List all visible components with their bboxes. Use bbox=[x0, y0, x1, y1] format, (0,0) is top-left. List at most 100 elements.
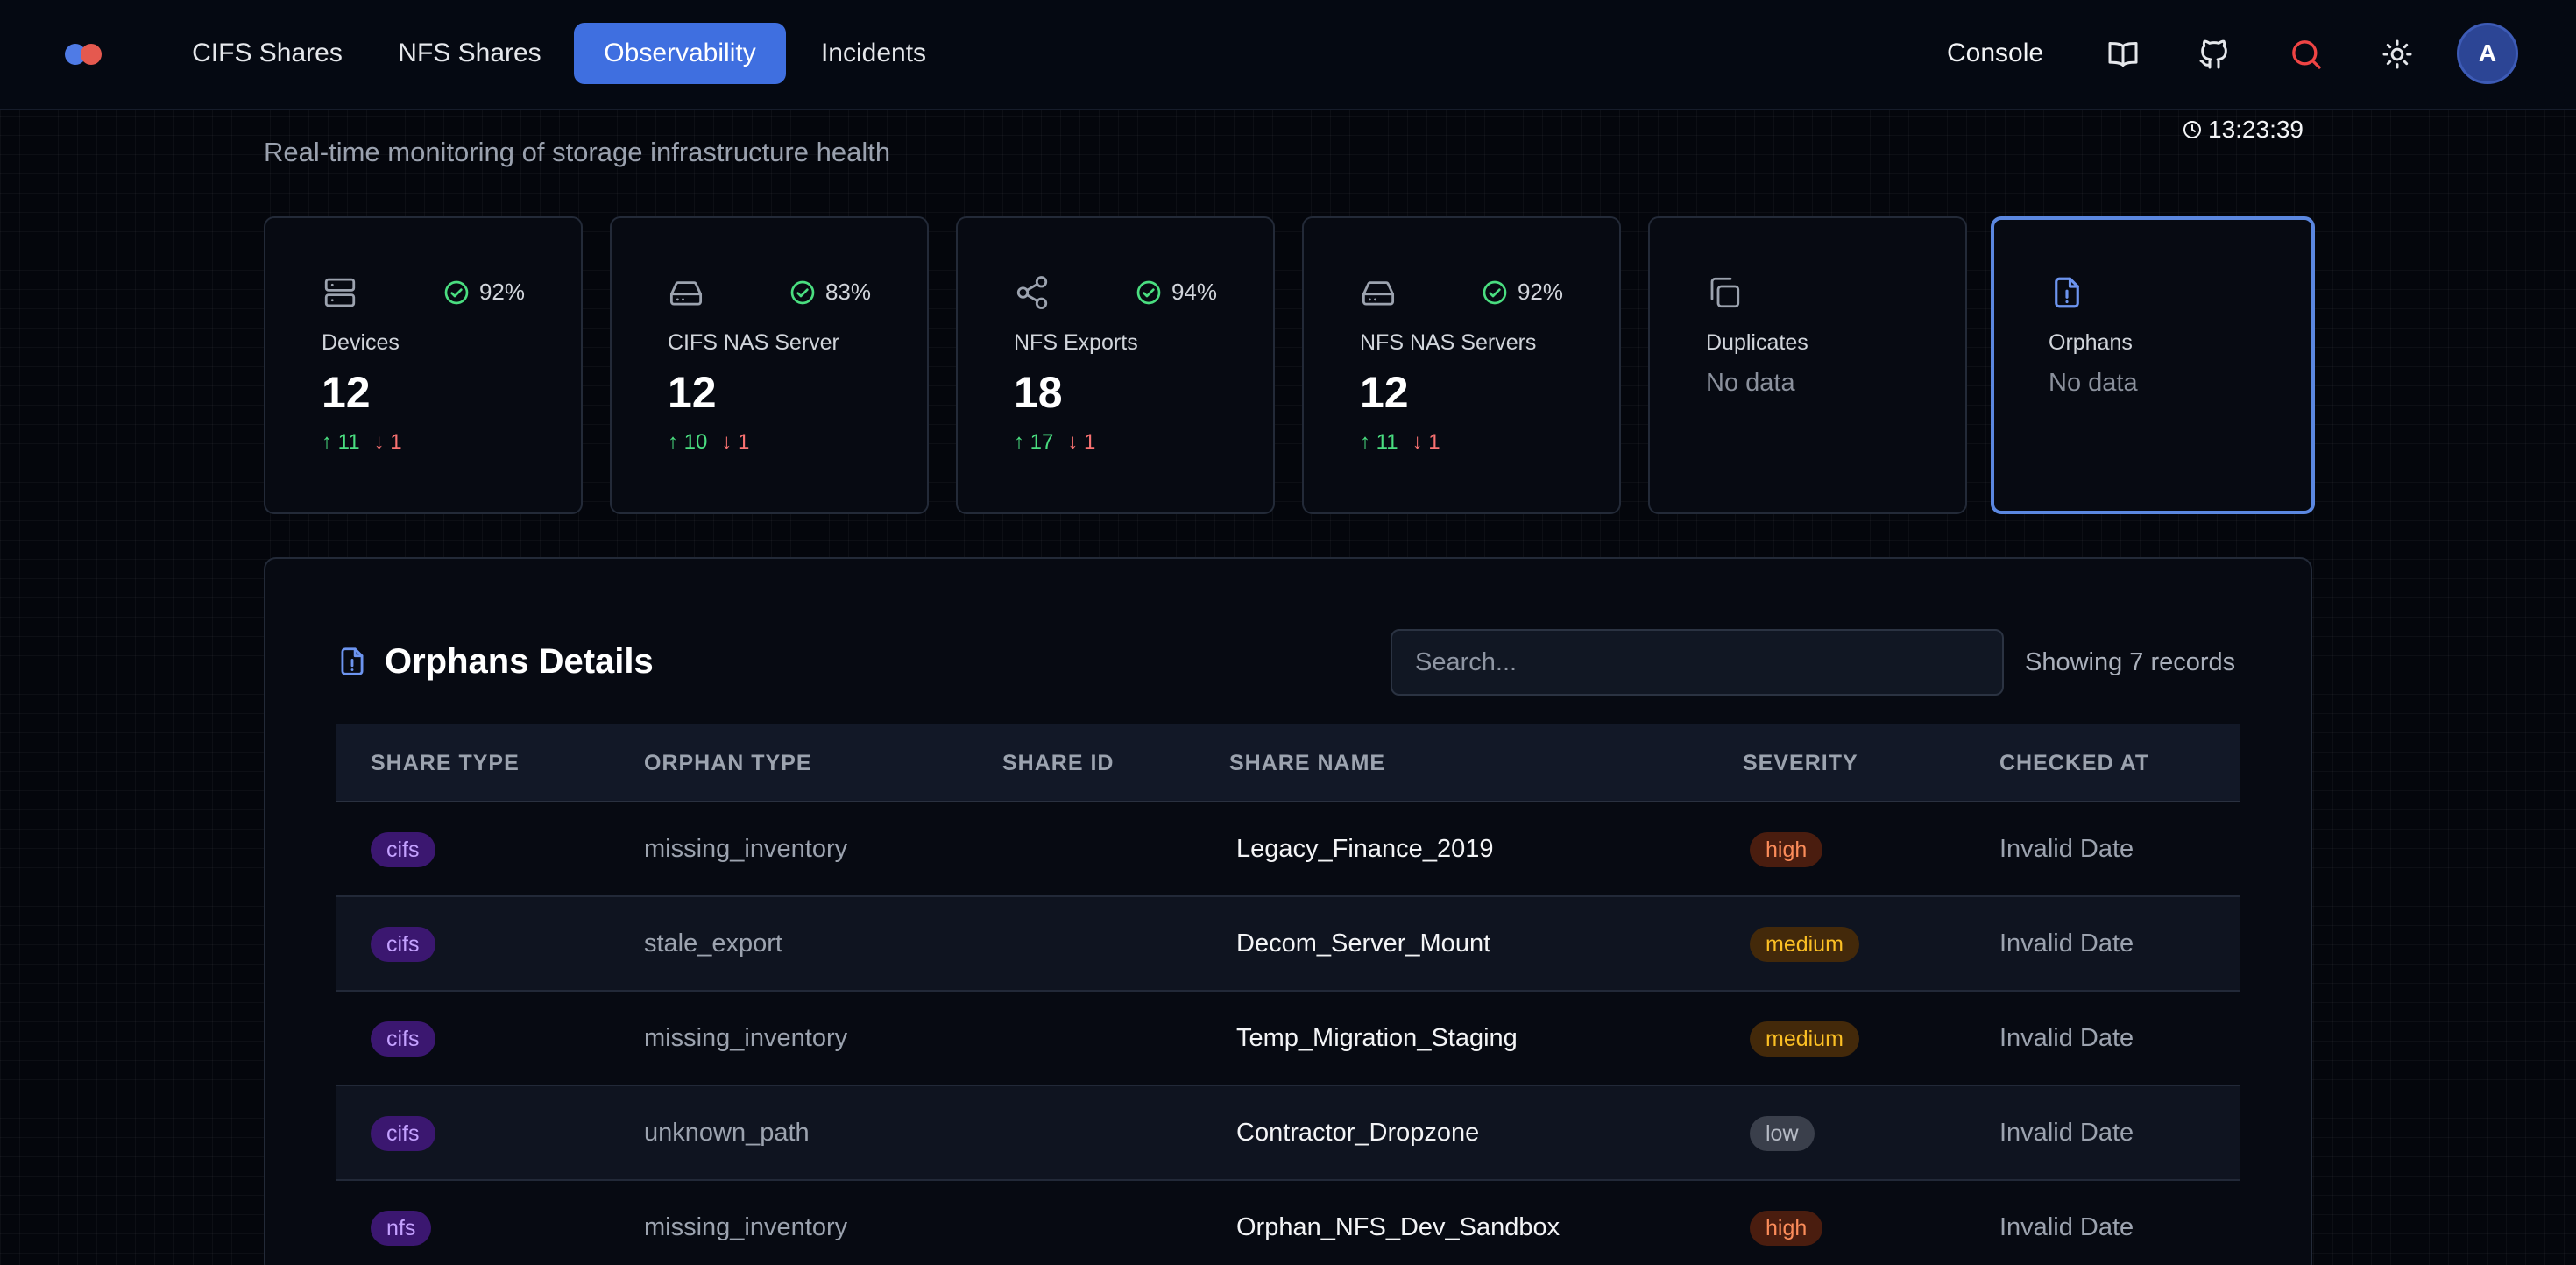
health-percent: 92% bbox=[478, 279, 525, 305]
hard-drive-icon bbox=[668, 274, 704, 311]
share-type-cell: cifs bbox=[371, 897, 435, 990]
user-avatar[interactable]: A bbox=[2457, 23, 2518, 84]
checked-at-cell: Invalid Date bbox=[1999, 1213, 2134, 1241]
console-link[interactable]: Console bbox=[1947, 23, 2043, 84]
card-label: NFS NAS Servers bbox=[1360, 330, 1537, 355]
card-label: CIFS NAS Server bbox=[668, 330, 839, 355]
share-icon bbox=[1014, 274, 1051, 311]
card-label: Orphans bbox=[2049, 330, 2133, 355]
health-percent: 94% bbox=[1171, 279, 1217, 305]
severity-badge: low bbox=[1750, 1116, 1815, 1152]
severity-cell: high bbox=[1750, 802, 1823, 895]
down-count: 1 bbox=[1428, 430, 1440, 454]
orphans-details-panel: Orphans Details Showing 7 records SHARE … bbox=[264, 557, 2312, 1265]
health-percent: 92% bbox=[1517, 279, 1563, 305]
stat-card-orphans[interactable]: Orphans No data bbox=[1991, 216, 2315, 514]
severity-badge: medium bbox=[1750, 927, 1859, 963]
file-alert-icon bbox=[2049, 274, 2085, 311]
trend-down: ↓ 1 bbox=[721, 430, 750, 454]
app-logo[interactable] bbox=[65, 44, 103, 65]
column-header-orphan-type[interactable]: ORPHAN TYPE bbox=[644, 724, 812, 802]
check-circle-icon bbox=[444, 280, 469, 305]
up-count: 10 bbox=[683, 430, 708, 454]
share-type-badge: cifs bbox=[371, 1021, 435, 1057]
stat-card-devices[interactable]: 92% Devices 12 ↑ 11 ↓ 1 bbox=[264, 216, 583, 514]
table-row[interactable]: cifs missing_inventory Legacy_Finance_20… bbox=[336, 802, 2240, 897]
up-count: 17 bbox=[1030, 430, 1054, 454]
card-label: NFS Exports bbox=[1014, 330, 1138, 355]
panel-title-text: Orphans Details bbox=[385, 642, 654, 681]
tab-cifs-shares[interactable]: CIFS Shares bbox=[172, 23, 363, 84]
severity-badge: high bbox=[1750, 1211, 1823, 1247]
table-row[interactable]: nfs missing_inventory Orphan_NFS_Dev_San… bbox=[336, 1181, 2240, 1265]
orphans-table: SHARE TYPE ORPHAN TYPE SHARE ID SHARE NA… bbox=[336, 724, 2240, 1265]
trend-up: ↑ 17 bbox=[1014, 430, 1054, 454]
share-name-cell: Temp_Migration_Staging bbox=[1236, 1024, 1518, 1052]
book-icon[interactable] bbox=[2105, 37, 2141, 72]
top-nav-bar: CIFS Shares NFS Shares Observability Inc… bbox=[0, 0, 2576, 110]
stat-card-nfs-exports[interactable]: 94% NFS Exports 18 ↑ 17 ↓ 1 bbox=[956, 216, 1275, 514]
health-percent: 83% bbox=[824, 279, 871, 305]
column-header-share-type[interactable]: SHARE TYPE bbox=[371, 724, 520, 802]
table-row[interactable]: cifs missing_inventory Temp_Migration_St… bbox=[336, 992, 2240, 1086]
github-icon[interactable] bbox=[2197, 37, 2232, 72]
logo-dot-red bbox=[81, 44, 102, 65]
orphan-type-cell: unknown_path bbox=[644, 1119, 810, 1147]
record-count: Showing 7 records bbox=[2025, 648, 2236, 676]
table-header: SHARE TYPE ORPHAN TYPE SHARE ID SHARE NA… bbox=[336, 724, 2240, 802]
search-icon[interactable] bbox=[2289, 37, 2324, 72]
table-row[interactable]: cifs stale_export Decom_Server_Mount med… bbox=[336, 897, 2240, 992]
checked-at-cell: Invalid Date bbox=[1999, 1024, 2134, 1052]
card-no-data: No data bbox=[1706, 369, 1795, 397]
tab-incidents[interactable]: Incidents bbox=[803, 23, 945, 84]
card-trend: ↑ 17 ↓ 1 bbox=[1014, 430, 1095, 455]
card-value: 12 bbox=[668, 368, 717, 417]
search-input[interactable] bbox=[1391, 629, 2004, 696]
severity-badge: medium bbox=[1750, 1021, 1859, 1057]
trend-down: ↓ 1 bbox=[373, 430, 402, 454]
orphan-type-cell: missing_inventory bbox=[644, 835, 848, 863]
down-count: 1 bbox=[1084, 430, 1096, 454]
file-alert-icon bbox=[341, 647, 364, 675]
column-header-share-name[interactable]: SHARE NAME bbox=[1229, 724, 1385, 802]
checked-at-cell: Invalid Date bbox=[1999, 1119, 2134, 1147]
card-value: 12 bbox=[322, 368, 371, 417]
card-trend: ↑ 11 ↓ 1 bbox=[1360, 430, 1440, 455]
card-trend: ↑ 11 ↓ 1 bbox=[322, 430, 402, 455]
severity-badge: high bbox=[1750, 832, 1823, 868]
down-count: 1 bbox=[390, 430, 402, 454]
severity-cell: medium bbox=[1750, 897, 1859, 990]
check-circle-icon bbox=[1136, 280, 1161, 305]
column-header-checked-at[interactable]: CHECKED AT bbox=[1999, 724, 2149, 802]
page-subtitle: Real-time monitoring of storage infrastr… bbox=[264, 137, 891, 167]
stat-card-nfs-nas-servers[interactable]: 92% NFS NAS Servers 12 ↑ 11 ↓ 1 bbox=[1302, 216, 1621, 514]
sun-icon[interactable] bbox=[2380, 37, 2415, 72]
trend-up: ↑ 11 bbox=[322, 430, 360, 454]
column-header-severity[interactable]: SEVERITY bbox=[1743, 724, 1858, 802]
orphan-type-cell: stale_export bbox=[644, 929, 782, 958]
share-name-cell: Decom_Server_Mount bbox=[1236, 929, 1491, 958]
health-indicator: 83% bbox=[789, 276, 871, 307]
stat-card-duplicates[interactable]: Duplicates No data bbox=[1648, 216, 1967, 514]
share-type-badge: nfs bbox=[371, 1211, 432, 1247]
trend-down: ↓ 1 bbox=[1067, 430, 1096, 454]
tab-nfs-shares[interactable]: NFS Shares bbox=[382, 23, 557, 84]
clock-time: 13:23:39 bbox=[2208, 116, 2304, 143]
checked-at-cell: Invalid Date bbox=[1999, 929, 2134, 958]
clock-readout: 13:23:39 bbox=[2182, 114, 2304, 145]
orphan-type-cell: missing_inventory bbox=[644, 1024, 848, 1052]
card-value: 12 bbox=[1360, 368, 1409, 417]
card-trend: ↑ 10 ↓ 1 bbox=[668, 430, 749, 455]
health-indicator: 94% bbox=[1135, 276, 1217, 307]
share-type-cell: cifs bbox=[371, 802, 435, 895]
column-header-share-id[interactable]: SHARE ID bbox=[1002, 724, 1114, 802]
share-type-cell: cifs bbox=[371, 1086, 435, 1179]
checked-at-cell: Invalid Date bbox=[1999, 835, 2134, 863]
tab-observability[interactable]: Observability bbox=[574, 23, 786, 84]
table-row[interactable]: cifs unknown_path Contractor_Dropzone lo… bbox=[336, 1086, 2240, 1181]
share-type-cell: cifs bbox=[371, 992, 435, 1085]
share-name-cell: Contractor_Dropzone bbox=[1236, 1119, 1480, 1147]
severity-cell: low bbox=[1750, 1086, 1815, 1179]
stat-card-cifs-nas-server[interactable]: 83% CIFS NAS Server 12 ↑ 10 ↓ 1 bbox=[610, 216, 929, 514]
copy-icon bbox=[1706, 274, 1743, 311]
